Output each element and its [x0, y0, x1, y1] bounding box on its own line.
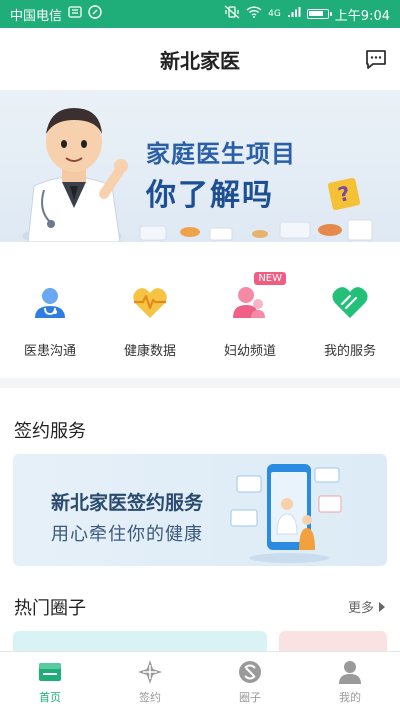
quick-item-maternal-child[interactable]: NEW 妇幼频道 — [200, 242, 300, 378]
question-mark-icon: ? — [327, 177, 361, 211]
tab-profile[interactable]: 我的 — [300, 652, 400, 711]
battery-icon — [306, 9, 332, 19]
wifi-icon — [246, 6, 262, 22]
tab-label: 首页 — [39, 690, 61, 704]
chat-bubble-icon[interactable] — [364, 47, 388, 71]
pills-decoration-icon — [139, 219, 373, 241]
hot-section-title: 热门圈子 — [14, 598, 86, 619]
doctor-icon — [35, 288, 65, 318]
new-badge: NEW — [254, 272, 286, 285]
circle-icon — [239, 660, 261, 683]
mother-child-icon — [233, 287, 265, 318]
profile-icon — [339, 660, 361, 684]
bottom-nav: 首页 签约 圈子 我的 — [0, 651, 400, 711]
banner-line-1: 家庭医生项目 — [146, 140, 296, 168]
sign-card-subtitle: 用心牵住你的健康 — [51, 524, 203, 545]
promo-banner[interactable]: 家庭医生项目 你了解吗 ? — [0, 90, 400, 242]
quick-menu: 医患沟通 健康数据 NEW 妇幼频道 我的服务 — [0, 242, 400, 378]
carrier-label: 中国电信 — [10, 8, 63, 24]
caret-right-icon — [379, 601, 385, 612]
home-icon — [39, 662, 61, 681]
signal-icon — [287, 6, 301, 22]
quick-item-communication[interactable]: 医患沟通 — [0, 242, 100, 378]
sign-icon — [138, 659, 162, 684]
more-label: 更多 — [347, 601, 374, 616]
tab-sign[interactable]: 签约 — [100, 652, 200, 711]
vibrate-icon — [224, 5, 240, 23]
sign-section-title: 签约服务 — [14, 421, 86, 442]
status-bar: 中国电信 4G 上午9:04 — [0, 0, 400, 28]
tab-label: 签约 — [139, 690, 161, 704]
quick-item-label: 妇幼频道 — [223, 344, 276, 359]
network-label: 4G — [268, 9, 281, 19]
app-header: 新北家医 — [0, 28, 400, 90]
phone-doctor-illustration — [230, 464, 342, 563]
quick-item-label: 医患沟通 — [23, 344, 76, 359]
clock-label: 上午9:04 — [334, 8, 390, 24]
heart-service-icon — [332, 287, 368, 318]
quick-item-label: 健康数据 — [123, 344, 176, 359]
page-title: 新北家医 — [160, 48, 240, 73]
quick-item-health-data[interactable]: 健康数据 — [100, 242, 200, 378]
sim-icon — [68, 6, 82, 22]
quick-item-my-service[interactable]: 我的服务 — [300, 242, 400, 378]
more-link[interactable]: 更多 — [348, 597, 386, 616]
tab-label: 圈子 — [239, 690, 261, 704]
app-notify-icon — [88, 5, 102, 23]
tab-label: 我的 — [339, 690, 361, 704]
sign-service-card[interactable]: 新北家医签约服务 用心牵住你的健康 — [13, 454, 387, 566]
heartbeat-icon — [133, 288, 167, 318]
tab-home[interactable]: 首页 — [0, 652, 100, 711]
quick-item-label: 我的服务 — [323, 344, 376, 359]
sign-card-title: 新北家医签约服务 — [51, 492, 204, 514]
tab-circle[interactable]: 圈子 — [200, 652, 300, 711]
